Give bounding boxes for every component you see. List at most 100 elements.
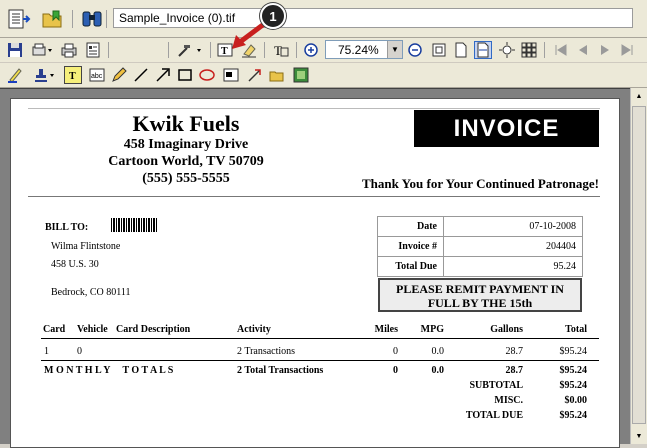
info-row-total-due: Total Due 95.24: [377, 256, 583, 277]
annotation-toolbar: T abc: [0, 63, 647, 88]
sticky-note-icon[interactable]: T: [64, 66, 82, 84]
fit-page-icon[interactable]: [452, 41, 470, 59]
info-row-invoice-number: Invoice #204404: [377, 236, 583, 257]
redaction-icon[interactable]: [222, 66, 240, 84]
text-box-icon[interactable]: T: [272, 41, 290, 59]
main-toolbar: T T 75.24% ▼: [0, 38, 647, 63]
brightness-icon[interactable]: [498, 41, 516, 59]
company-address-line2: Cartoon World, TV 50709: [108, 154, 264, 169]
col-card-description: Card Description: [116, 324, 191, 335]
actual-size-icon[interactable]: [430, 41, 448, 59]
col-miles: Miles: [374, 324, 398, 335]
company-name: Kwik Fuels: [132, 111, 240, 136]
row-total: $95.24: [559, 346, 588, 357]
thumbnails-icon[interactable]: [520, 41, 538, 59]
filename-field[interactable]: Sample_Invoice (0).tif: [113, 8, 633, 28]
monthly-mpg: 0.0: [431, 365, 445, 376]
pencil-icon[interactable]: [110, 66, 128, 84]
col-total: Total: [565, 324, 587, 335]
fit-width-icon[interactable]: [474, 41, 492, 59]
bill-to-name: Wilma Flintstone: [51, 241, 121, 252]
invoice-title-text: INVOICE: [453, 114, 560, 142]
open-folder-icon[interactable]: [40, 6, 66, 32]
text-annotation-icon[interactable]: abc: [88, 66, 106, 84]
invoice-info-table: Date 07-10-2008 Invoice #204404 Total Due…: [377, 216, 583, 277]
bill-to-street: 458 U.S. 30: [51, 259, 99, 270]
row-miles: 0: [393, 346, 398, 357]
subtotal-value: $95.24: [559, 380, 588, 391]
row-card: 1: [44, 346, 49, 357]
next-page-icon[interactable]: [596, 41, 614, 59]
info-value: 07-10-2008: [443, 216, 583, 237]
barcode: [111, 218, 157, 232]
printer-icon[interactable]: [60, 41, 78, 59]
document-viewer[interactable]: Kwik Fuels 458 Imaginary Drive Cartoon W…: [0, 88, 630, 448]
first-page-icon[interactable]: [552, 41, 570, 59]
col-card: Card: [43, 324, 66, 335]
line-tool-icon[interactable]: [132, 66, 150, 84]
monthly-total: $95.24: [559, 365, 588, 376]
zoom-select[interactable]: 75.24% ▼: [325, 40, 403, 59]
bill-to-label: BILL TO:: [45, 222, 89, 233]
subtotal-label: SUBTOTAL: [469, 380, 523, 391]
scroll-thumb[interactable]: [632, 106, 646, 424]
chevron-down-icon[interactable]: ▼: [387, 41, 402, 58]
callout-tool-icon[interactable]: [246, 66, 264, 84]
binoculars-icon[interactable]: [79, 6, 105, 32]
info-label: Date: [377, 216, 444, 237]
svg-text:T: T: [221, 46, 228, 57]
col-activity: Activity: [237, 324, 271, 335]
vertical-scrollbar[interactable]: ▲ ▼: [630, 88, 647, 444]
misc-value: $0.00: [564, 395, 588, 406]
monthly-activity: 2 Total Transactions: [237, 365, 324, 376]
col-vehicle: Vehicle: [77, 324, 108, 335]
info-label: Invoice #: [377, 236, 444, 257]
arrow-tool-icon[interactable]: [154, 66, 172, 84]
stamp-dropdown-icon[interactable]: [32, 66, 58, 84]
scroll-up-icon[interactable]: ▲: [631, 88, 647, 104]
open-annotations-icon[interactable]: [268, 66, 286, 84]
previous-page-icon[interactable]: [574, 41, 592, 59]
step-callout-badge: 1: [260, 3, 286, 29]
page-setup-icon[interactable]: [84, 41, 102, 59]
svg-text:T: T: [69, 71, 76, 82]
image-stamp-icon[interactable]: [292, 66, 310, 84]
ellipse-tool-icon[interactable]: [198, 66, 216, 84]
total-due-label: TOTAL DUE: [465, 410, 523, 421]
invoice-title: INVOICE: [414, 110, 599, 147]
monthly-miles: 0: [393, 365, 398, 376]
zoom-value: 75.24%: [338, 43, 379, 57]
scroll-down-icon[interactable]: ▼: [631, 428, 647, 444]
save-icon[interactable]: [6, 41, 24, 59]
rectangle-tool-icon[interactable]: [176, 66, 194, 84]
tools-dropdown-icon[interactable]: [176, 41, 204, 59]
info-value: 204404: [443, 236, 583, 257]
row-mpg: 0.0: [431, 346, 445, 357]
info-row-date: Date 07-10-2008: [377, 216, 583, 237]
print-options-icon[interactable]: [30, 41, 54, 59]
last-page-icon[interactable]: [618, 41, 636, 59]
highlighter-icon[interactable]: [6, 66, 24, 84]
row-vehicle: 0: [77, 346, 82, 357]
info-value: 95.24: [443, 256, 583, 277]
svg-text:abc: abc: [91, 73, 103, 80]
remit-line1: PLEASE REMIT PAYMENT IN: [396, 282, 564, 296]
zoom-out-icon[interactable]: [406, 41, 424, 59]
monthly-gallons: 28.7: [505, 365, 524, 376]
invoice-page: Kwik Fuels 458 Imaginary Drive Cartoon W…: [10, 98, 620, 448]
info-label: Total Due: [377, 256, 444, 277]
company-address-line1: 458 Imaginary Drive: [123, 137, 249, 152]
properties-icon[interactable]: [6, 6, 32, 32]
monthly-totals-label: M O N T H L Y T O T A L S: [44, 365, 174, 376]
col-gallons: Gallons: [490, 324, 523, 335]
company-phone: (555) 555-5555: [142, 171, 230, 186]
thanks-message: Thank You for Your Continued Patronage!: [361, 176, 599, 191]
row-gallons: 28.7: [505, 346, 524, 357]
company-block: Kwik Fuels 458 Imaginary Drive Cartoon W…: [71, 112, 301, 187]
bill-to-city: Bedrock, CO 80111: [51, 287, 131, 298]
total-due-value: $95.24: [559, 410, 588, 421]
remit-notice: PLEASE REMIT PAYMENT IN FULL BY THE 15th: [378, 278, 582, 312]
zoom-in-icon[interactable]: [302, 41, 320, 59]
file-bar: Sample_Invoice (0).tif: [0, 0, 647, 38]
misc-label: MISC.: [494, 395, 523, 406]
